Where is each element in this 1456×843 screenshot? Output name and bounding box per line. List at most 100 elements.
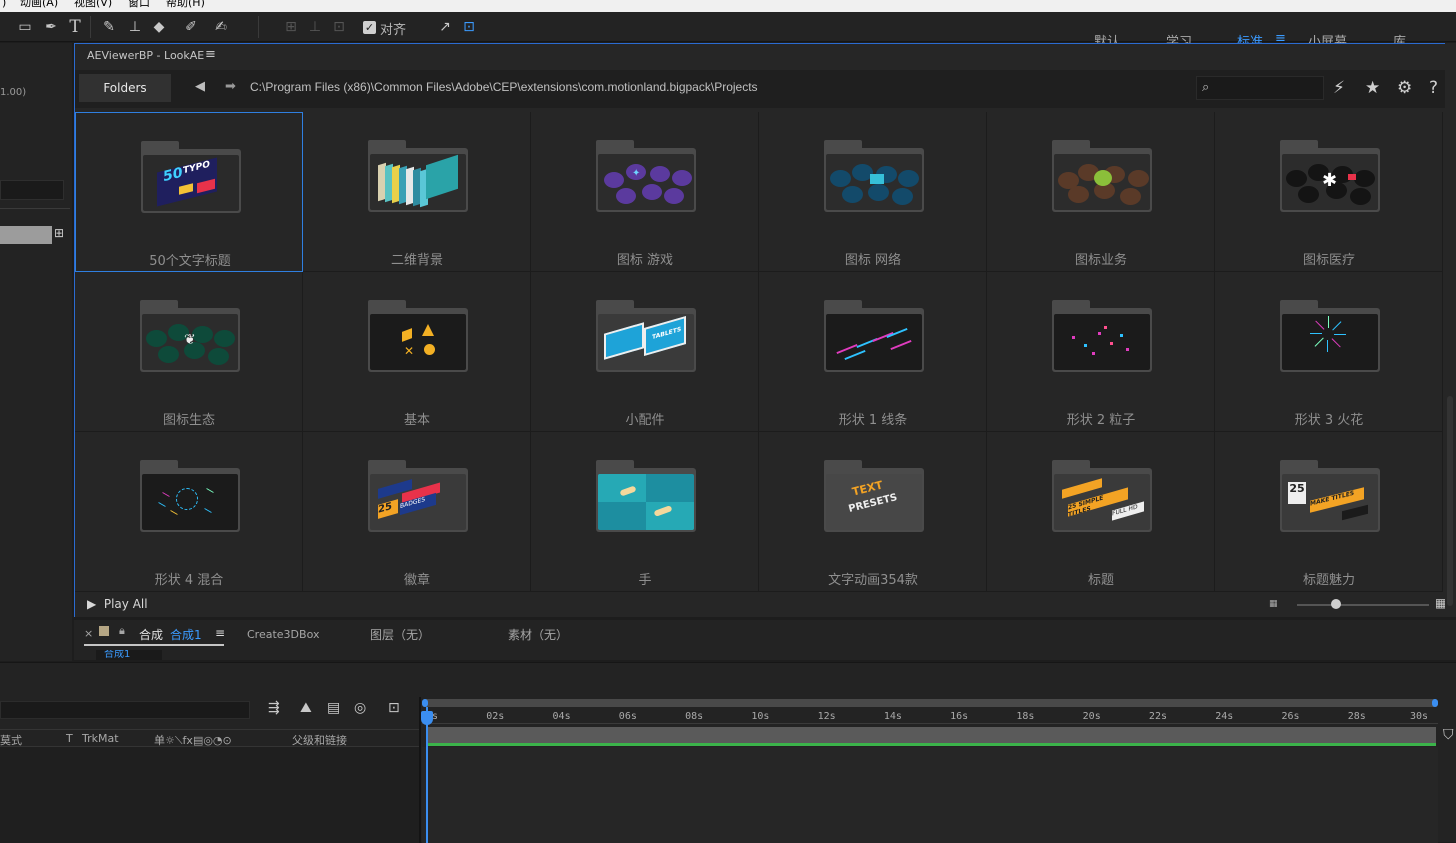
folder-tile[interactable]: 形状 4 混合	[75, 432, 303, 592]
snap-frame-icon[interactable]: ⊡	[458, 16, 480, 38]
panel-menu-icon[interactable]: ≡	[205, 47, 216, 62]
folder-icon	[1052, 300, 1152, 372]
art-text: 25	[1288, 482, 1306, 504]
timeline-tracks[interactable]	[422, 747, 1438, 843]
folder-icon	[824, 300, 924, 372]
grid-small-icon[interactable]: ▦	[1269, 599, 1281, 609]
frame-blending-icon[interactable]: ▤	[327, 700, 340, 716]
menu-window[interactable]: 窗口	[128, 0, 150, 8]
comp-flowchart-icon[interactable]: ⇶	[268, 700, 280, 716]
folder-tile[interactable]: 25 BADGES 徽章	[303, 432, 531, 592]
roto-brush-icon[interactable]: ✐	[180, 16, 202, 38]
comp-end-marker-icon[interactable]: ⛉	[1443, 727, 1455, 745]
art-text: ✕	[404, 344, 415, 358]
folder-tile[interactable]: ✦ 图标 游戏	[531, 112, 759, 272]
tab-layer[interactable]: 图层（无）	[370, 626, 430, 643]
column-trkmat[interactable]: TrkMat	[82, 732, 119, 745]
comp-duration-bar[interactable]	[426, 727, 1436, 743]
comp-breadcrumb[interactable]: 合成1	[96, 650, 162, 660]
column-parent[interactable]: 父级和链接	[292, 732, 347, 748]
gear-icon[interactable]: ⚙	[1397, 78, 1412, 98]
label-color-swatch[interactable]	[99, 626, 109, 636]
help-icon[interactable]: ?	[1429, 78, 1438, 98]
folder-label: 50个文字标题	[149, 254, 231, 269]
path-breadcrumb: C:\Program Files (x86)\Common Files\Adob…	[250, 80, 758, 94]
rectangle-tool-icon[interactable]: ▭	[14, 16, 36, 38]
folder-tile[interactable]: 25 MAKE TITLES 标题魅力	[1215, 432, 1443, 592]
folder-tile[interactable]: ✕ 基本	[303, 272, 531, 432]
folder-label: 形状 4 混合	[154, 573, 224, 588]
menu-help[interactable]: 帮助(H)	[166, 0, 205, 8]
motion-blur-icon[interactable]: ◎	[354, 700, 366, 716]
folder-tile[interactable]: 形状 1 线条	[759, 272, 987, 432]
scrollbar-thumb[interactable]	[1447, 396, 1453, 606]
menu-view[interactable]: 视图(V)	[74, 0, 112, 8]
ruler-tick-label: 18s	[1016, 711, 1035, 722]
tab-menu-icon[interactable]: ≡	[215, 626, 225, 640]
thumbnail-size-slider[interactable]	[1297, 604, 1429, 606]
project-item-selected[interactable]	[0, 226, 52, 244]
folder-icon: ✕	[368, 300, 468, 372]
back-arrow-icon[interactable]: ◀	[195, 79, 205, 94]
search-input[interactable]: ⌕	[1196, 76, 1324, 100]
work-area-start-handle[interactable]	[422, 699, 428, 707]
close-tab-icon[interactable]: ×	[84, 627, 93, 640]
clone-stamp-icon[interactable]: ⊥	[124, 16, 146, 38]
comp-tab-name[interactable]: 合成1	[170, 626, 202, 643]
flowchart-icon[interactable]: ⊞	[54, 226, 68, 244]
time-ruler[interactable]: 0s02s04s06s08s10s12s14s16s18s20s22s24s26…	[422, 699, 1438, 725]
work-area-end-handle[interactable]	[1432, 699, 1438, 707]
snapping-icon[interactable]: ↗	[434, 16, 456, 38]
folders-button[interactable]: Folders	[79, 74, 171, 102]
column-mode[interactable]: 莫式	[0, 732, 22, 748]
folder-tile[interactable]: 形状 3 火花	[1215, 272, 1443, 432]
forward-arrow-icon[interactable]: ➡	[225, 79, 236, 94]
menu-animation[interactable]: 动画(A)	[20, 0, 58, 8]
folder-thumbnail: TABLETS	[598, 314, 694, 370]
axis-view-icon[interactable]: ⊡	[328, 16, 350, 38]
folder-tile[interactable]: 手	[531, 432, 759, 592]
work-area-bar[interactable]	[422, 699, 1438, 707]
folder-tile[interactable]: 二维背景	[303, 112, 531, 272]
pen-tool-icon[interactable]: ✒	[40, 16, 62, 38]
brush-tool-icon[interactable]: ✎	[98, 16, 120, 38]
project-search-input[interactable]	[0, 180, 64, 200]
folder-tile[interactable]: 25 SIMPLE TITLES FULL HD 标题	[987, 432, 1215, 592]
column-t[interactable]: T	[66, 732, 73, 745]
ruler-tick-label: 12s	[817, 711, 836, 722]
folder-tile[interactable]: ❦ 图标生态	[75, 272, 303, 432]
slider-handle[interactable]	[1331, 599, 1341, 609]
folder-tile[interactable]: 形状 2 粒子	[987, 272, 1215, 432]
layer-columns-header: 莫式 T TrkMat 单☼⟍fx▤◎◔⊙ 父级和链接	[0, 729, 420, 747]
viewer-scrollbar[interactable]	[1445, 43, 1456, 617]
puppet-pin-icon[interactable]: ✍	[210, 16, 232, 38]
folder-tile[interactable]: 图标业务	[987, 112, 1215, 272]
folder-icon: 25 BADGES	[368, 460, 468, 532]
type-tool-icon[interactable]: T	[64, 16, 86, 38]
folder-tile[interactable]: TEXT PRESETS 文字动画354款	[759, 432, 987, 592]
align-checkbox[interactable]: ✓	[363, 21, 376, 34]
folder-icon: TABLETS	[596, 300, 696, 372]
column-switches[interactable]: 单☼⟍fx▤◎◔⊙	[154, 732, 232, 748]
menu-item[interactable]: )	[2, 0, 6, 8]
current-time-indicator[interactable]	[426, 707, 428, 843]
align-label: 对齐	[380, 23, 407, 38]
eraser-icon[interactable]: ◆	[148, 16, 170, 38]
tab-create3dbox[interactable]: Create3DBox	[247, 628, 319, 641]
graph-editor-icon[interactable]: ⊡	[388, 700, 400, 716]
layer-search-input[interactable]	[0, 701, 250, 719]
star-icon[interactable]: ★	[1365, 78, 1380, 98]
folder-tile[interactable]: 50 TYPO 50个文字标题	[75, 112, 303, 272]
play-all-button[interactable]: ▶ Play All	[87, 597, 148, 611]
lock-icon[interactable]: 🔒︎	[119, 624, 125, 638]
playhead-handle[interactable]	[421, 711, 433, 725]
folder-tile[interactable]: TABLETS 小配件	[531, 272, 759, 432]
comp-tab-prefix[interactable]: 合成	[139, 626, 163, 643]
folder-tile[interactable]: 图标 网络	[759, 112, 987, 272]
tab-footage[interactable]: 素材（无）	[508, 626, 568, 643]
axis-local-icon[interactable]: ⊞	[280, 16, 302, 38]
axis-world-icon[interactable]: ⊥	[304, 16, 326, 38]
draft-3d-icon[interactable]: ⛰	[300, 700, 312, 716]
lightning-icon[interactable]: ⚡	[1333, 78, 1345, 98]
folder-tile[interactable]: ✱ 图标医疗	[1215, 112, 1443, 272]
